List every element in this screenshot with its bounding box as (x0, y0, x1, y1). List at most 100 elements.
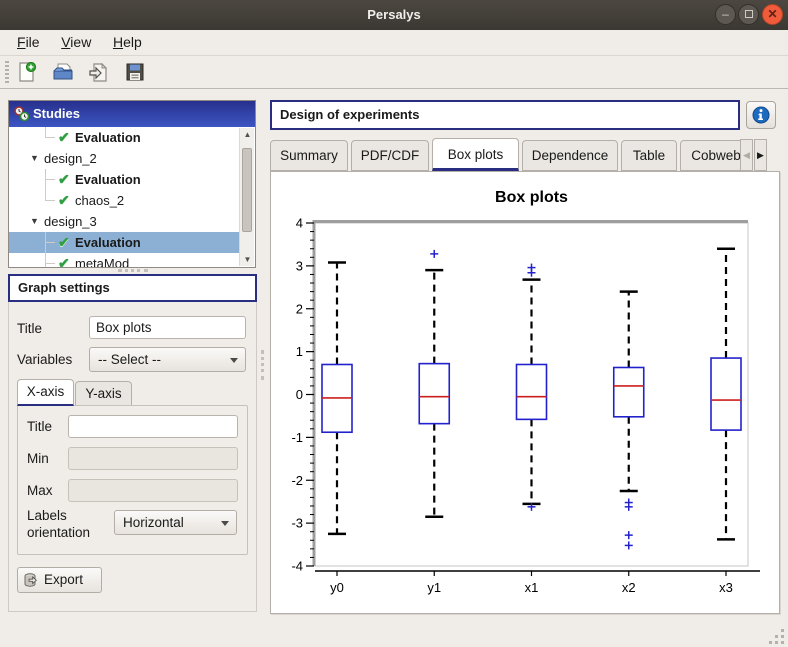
tree-item-evaluation[interactable]: ✔ Evaluation (9, 127, 239, 148)
labels-orientation-select[interactable]: Horizontal (114, 510, 237, 535)
check-icon: ✔ (58, 190, 75, 211)
open-folder-icon (52, 62, 74, 83)
tab-y-axis[interactable]: Y-axis (75, 381, 132, 406)
menu-file[interactable]: File (8, 30, 49, 55)
toolbar (0, 56, 788, 89)
tab-dependence[interactable]: Dependence (522, 140, 618, 171)
tree-item-design-2[interactable]: ▼ design_2 (9, 148, 239, 169)
export-button[interactable]: Export (17, 567, 102, 593)
svg-text:2: 2 (296, 301, 303, 316)
tree-branch (45, 253, 58, 267)
splitter-handle[interactable] (261, 350, 264, 380)
tab-x-axis[interactable]: X-axis (17, 379, 74, 406)
toolbar-drag-handle[interactable] (5, 61, 9, 83)
tab-cobweb[interactable]: Cobweb (680, 140, 740, 171)
close-icon[interactable]: ✕ (762, 4, 783, 25)
check-icon: ✔ (58, 232, 75, 253)
tree-item-metamod[interactable]: ✔ metaMod (9, 253, 239, 267)
info-icon (752, 106, 770, 124)
maximize-icon[interactable] (738, 4, 759, 25)
svg-text:0: 0 (296, 387, 303, 402)
labels-orientation-label: Labels orientation (27, 507, 97, 541)
svg-text:1: 1 (296, 344, 303, 359)
axis-min-input[interactable] (68, 447, 238, 470)
axis-title-label: Title (27, 419, 52, 434)
studies-header-label: Studies (33, 106, 80, 121)
variables-select[interactable]: -- Select -- (89, 347, 246, 372)
svg-text:-1: -1 (291, 430, 303, 445)
menu-help[interactable]: Help (104, 30, 151, 55)
svg-text:-4: -4 (291, 559, 303, 574)
svg-text:Box plots: Box plots (495, 189, 568, 206)
splitter-handle[interactable] (118, 269, 148, 272)
menu-bar: File View Help (0, 30, 788, 56)
studies-panel: Studies ✔ Evaluation ▼ design_2 ✔ Evalua… (8, 100, 256, 268)
check-icon: ✔ (58, 127, 75, 148)
save-floppy-icon (125, 62, 145, 82)
svg-text:x1: x1 (525, 580, 539, 595)
graph-title-input[interactable] (89, 316, 246, 339)
document-plus-icon (16, 62, 37, 83)
export-icon (23, 572, 40, 589)
svg-text:4: 4 (296, 216, 303, 231)
page-title: Design of experiments (270, 100, 740, 130)
tab-pdf-cdf[interactable]: PDF/CDF (351, 140, 429, 171)
tree-item-chaos-2[interactable]: ✔ chaos_2 (9, 190, 239, 211)
maximize-glyph (745, 10, 753, 18)
axis-settings-group: Title Min Max Labels orientation Horizon… (17, 405, 248, 555)
title-label: Title (17, 321, 42, 336)
scroll-down-icon[interactable]: ▼ (240, 253, 255, 266)
svg-text:x3: x3 (719, 580, 733, 595)
info-button[interactable] (746, 101, 776, 129)
import-document-icon (88, 62, 109, 83)
chevron-down-icon (230, 358, 238, 363)
svg-text:y1: y1 (427, 580, 441, 595)
new-study-button[interactable] (13, 59, 40, 86)
expander-icon[interactable]: ▼ (30, 211, 44, 232)
tab-summary[interactable]: Summary (270, 140, 348, 171)
box-plots-tab-content: Box plots -4 -3 -2 -1 0 1 2 3 4 y0 y1 x1 x2 x3 (270, 171, 780, 614)
persalys-window: { "window": { "title": "Persalys" }, "me… (0, 0, 788, 647)
svg-text:-2: -2 (291, 473, 303, 488)
studies-tree: ✔ Evaluation ▼ design_2 ✔ Evaluation ✔ c… (9, 127, 239, 267)
svg-text:-3: -3 (291, 516, 303, 531)
tree-branch (45, 127, 58, 148)
main-tab-bar: Summary PDF/CDF Box plots Dependence Tab… (270, 138, 767, 171)
window-title: Persalys (0, 0, 788, 30)
svg-text:y0: y0 (330, 580, 344, 595)
studies-header: Studies (9, 101, 255, 127)
menu-view[interactable]: View (52, 30, 100, 55)
axis-title-input[interactable] (68, 415, 238, 438)
axis-max-input[interactable] (68, 479, 238, 502)
tab-box-plots[interactable]: Box plots (432, 138, 519, 171)
chevron-down-icon (221, 521, 229, 526)
scrollbar-thumb[interactable] (242, 148, 252, 232)
tree-item-design-3[interactable]: ▼ design_3 (9, 211, 239, 232)
variables-label: Variables (17, 352, 72, 367)
expander-icon[interactable]: ▼ (30, 148, 44, 169)
tab-scroll-right-icon[interactable]: ▶ (754, 139, 767, 171)
open-study-button[interactable] (49, 59, 76, 86)
tab-scroll-left-icon[interactable]: ◀ (740, 139, 753, 171)
scroll-up-icon[interactable]: ▲ (240, 128, 255, 141)
axis-min-label: Min (27, 451, 49, 466)
studies-icon (14, 106, 30, 122)
import-study-button[interactable] (85, 59, 112, 86)
tree-branch (45, 232, 58, 253)
svg-text:3: 3 (296, 258, 303, 273)
axis-max-label: Max (27, 483, 53, 498)
tree-branch (45, 169, 58, 190)
minimize-icon[interactable]: – (715, 4, 736, 25)
graph-settings-header: Graph settings (8, 274, 257, 302)
save-study-button[interactable] (121, 59, 148, 86)
resize-grip[interactable] (768, 628, 784, 644)
tree-item-evaluation[interactable]: ✔ Evaluation (9, 169, 239, 190)
svg-text:x2: x2 (622, 580, 636, 595)
graph-settings-panel: Graph settings Title Variables -- Select… (8, 274, 257, 612)
title-bar[interactable]: Persalys – ✕ (0, 0, 788, 30)
tab-table[interactable]: Table (621, 140, 677, 171)
check-icon: ✔ (58, 253, 75, 267)
tree-item-evaluation-selected[interactable]: ✔ Evaluation (9, 232, 239, 253)
check-icon: ✔ (58, 169, 75, 190)
tree-scrollbar[interactable]: ▲ ▼ (239, 128, 254, 266)
